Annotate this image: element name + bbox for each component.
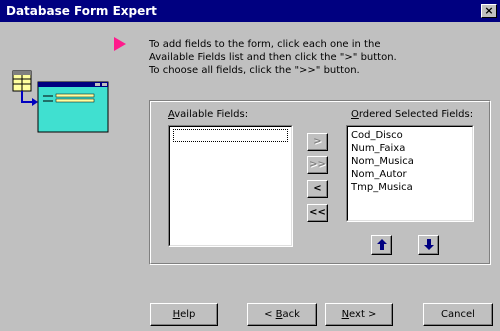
instructions-line-2: Available Fields list and then click the… (149, 52, 397, 63)
help-button[interactable]: Help (150, 303, 218, 326)
ordered-selected-fields-label: Ordered Selected Fields: (351, 109, 474, 120)
form-expert-illustration-icon (10, 70, 115, 135)
window-title: Database Form Expert (6, 4, 157, 18)
instructions-line-3: To choose all fields, click the ">>" but… (149, 65, 360, 76)
move-up-button[interactable] (371, 235, 392, 255)
arrow-up-icon (376, 239, 387, 250)
move-down-button[interactable] (418, 235, 439, 255)
arrow-down-icon (423, 239, 434, 250)
instructions-line-1: To add fields to the form, click each on… (149, 39, 381, 50)
remove-field-button[interactable]: < (307, 180, 328, 198)
title-bar: Database Form Expert × (0, 0, 500, 22)
form-wizard-graphic (12, 70, 109, 133)
add-all-fields-button[interactable]: >> (307, 156, 328, 174)
list-item[interactable]: Tmp_Musica (351, 181, 469, 194)
list-item[interactable]: Num_Faixa (351, 142, 469, 155)
instructions-text: To add fields to the form, click each on… (149, 38, 489, 77)
close-icon: × (484, 4, 494, 17)
available-fields-label: Available Fields: (168, 109, 249, 120)
close-button[interactable]: × (481, 4, 497, 18)
available-fields-list[interactable] (168, 125, 293, 247)
back-button[interactable]: < Back (247, 303, 317, 326)
add-field-button[interactable]: > (307, 133, 328, 151)
database-form-expert-dialog: Database Form Expert × To add fields to … (0, 0, 500, 331)
pointer-arrow-icon (114, 37, 126, 51)
list-item[interactable]: Cod_Disco (351, 129, 469, 142)
next-button[interactable]: Next > (325, 303, 393, 326)
cancel-button[interactable]: Cancel (423, 303, 493, 326)
list-item[interactable]: Nom_Autor (351, 168, 469, 181)
list-focus-rect (173, 129, 288, 142)
remove-all-fields-button[interactable]: << (307, 204, 328, 222)
ordered-selected-fields-list[interactable]: Cod_Disco Num_Faixa Nom_Musica Nom_Autor… (346, 125, 474, 222)
list-item[interactable]: Nom_Musica (351, 155, 469, 168)
